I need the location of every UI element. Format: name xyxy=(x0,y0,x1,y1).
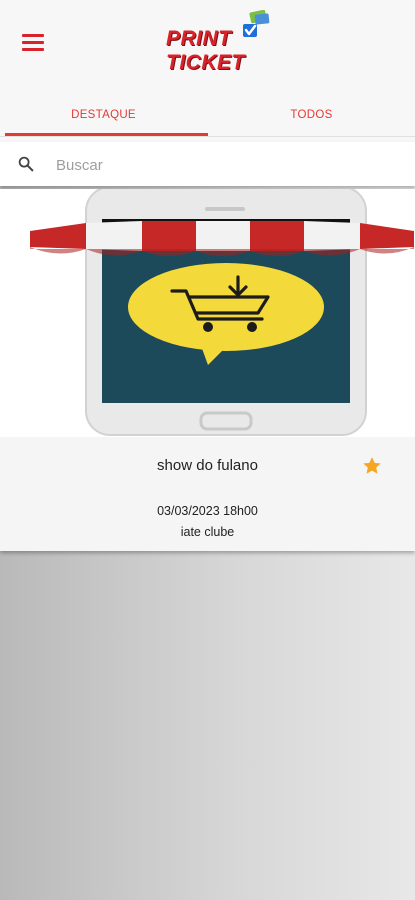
active-tab-indicator xyxy=(5,133,208,136)
star-icon[interactable] xyxy=(361,455,383,477)
logo-text-ticket: TICKET xyxy=(166,51,245,74)
event-venue: iate clube xyxy=(180,525,235,539)
search-icon[interactable] xyxy=(17,155,35,173)
search-input[interactable] xyxy=(54,152,398,178)
logo-text-print: PRINT xyxy=(166,27,232,50)
print-ticket-logo: PRINT TICKET xyxy=(160,10,272,76)
event-date: 03/03/2023 18h00 xyxy=(157,504,258,518)
tab-bar: DESTAQUE TODOS xyxy=(0,94,415,137)
ticket-check-icon xyxy=(243,10,270,37)
event-image xyxy=(0,189,415,437)
event-info: show do fulano 03/03/2023 18h00 iate clu… xyxy=(0,437,415,551)
hamburger-menu-icon[interactable] xyxy=(22,34,44,52)
tab-todos[interactable]: TODOS xyxy=(208,94,415,136)
tab-destaque[interactable]: DESTAQUE xyxy=(0,94,207,136)
event-card[interactable]: show do fulano 03/03/2023 18h00 iate clu… xyxy=(0,189,415,551)
storefront-phone-illustration xyxy=(30,189,414,436)
search-bar xyxy=(0,142,415,186)
event-title: show do fulano xyxy=(157,457,258,474)
